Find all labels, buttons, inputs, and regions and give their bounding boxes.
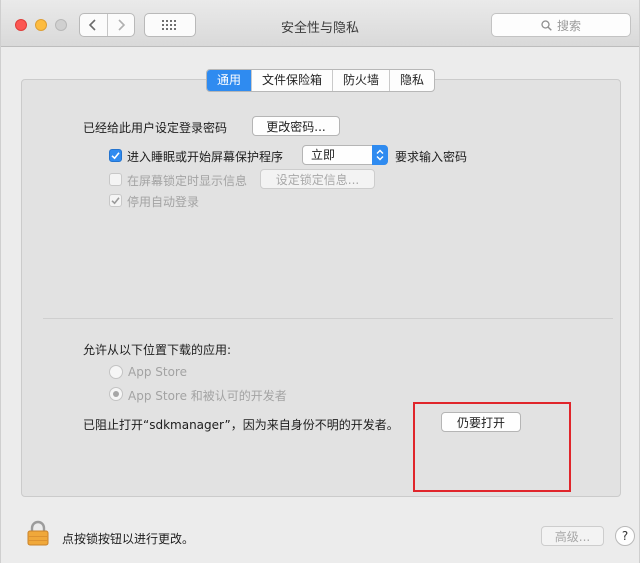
title-bar: 安全性与隐私 搜索 (1, 0, 639, 47)
radio-app-store-label: App Store (128, 365, 187, 379)
radio-app-store-identified-label: App Store 和被认可的开发者 (128, 389, 287, 403)
help-button[interactable]: ? (615, 526, 635, 546)
require-password-checkbox[interactable] (109, 149, 122, 162)
radio-app-store[interactable] (109, 365, 123, 379)
download-sources-heading: 允许从以下位置下载的应用: (83, 343, 232, 357)
tab-privacy[interactable]: 隐私 (389, 70, 434, 91)
annotation-highlight-box (413, 402, 571, 492)
show-message-checkbox[interactable] (109, 173, 122, 186)
search-icon (541, 19, 552, 31)
checkmark-icon (111, 197, 120, 205)
require-password-suffix: 要求输入密码 (395, 150, 468, 164)
password-delay-value: 立即 (311, 148, 336, 162)
tab-filevault[interactable]: 文件保险箱 (251, 70, 332, 91)
lock-icon[interactable] (27, 520, 49, 546)
advanced-button[interactable]: 高级... (541, 526, 604, 546)
checkmark-icon (111, 152, 120, 160)
search-placeholder: 搜索 (556, 18, 581, 33)
require-password-label: 进入睡眠或开始屏幕保护程序 (127, 150, 284, 164)
tab-bar: 通用 文件保险箱 防火墙 隐私 (206, 69, 436, 92)
set-lock-message-button[interactable]: 设定锁定信息... (260, 169, 375, 189)
select-arrows-icon (372, 145, 388, 165)
password-delay-select[interactable]: 立即 (302, 145, 388, 165)
section-divider (43, 318, 613, 319)
change-password-button[interactable]: 更改密码... (252, 116, 340, 136)
lock-message: 点按锁按钮以进行更改。 (62, 532, 195, 546)
blocked-app-message: 已阻止打开“sdkmanager”，因为来自身份不明的开发者。 (83, 418, 399, 432)
radio-app-store-identified[interactable] (109, 387, 123, 401)
search-field[interactable]: 搜索 (491, 13, 631, 37)
tab-firewall[interactable]: 防火墙 (332, 70, 389, 91)
tab-general[interactable]: 通用 (207, 70, 252, 91)
show-message-label: 在屏幕锁定时显示信息 (127, 174, 248, 188)
preferences-window: 安全性与隐私 搜索 通用 文件保险箱 防火墙 隐私 已经给此用户设定登录密码 更… (0, 0, 640, 563)
disable-auto-login-label: 停用自动登录 (127, 195, 200, 209)
password-set-label: 已经给此用户设定登录密码 (83, 121, 228, 135)
disable-auto-login-checkbox[interactable] (109, 194, 122, 207)
